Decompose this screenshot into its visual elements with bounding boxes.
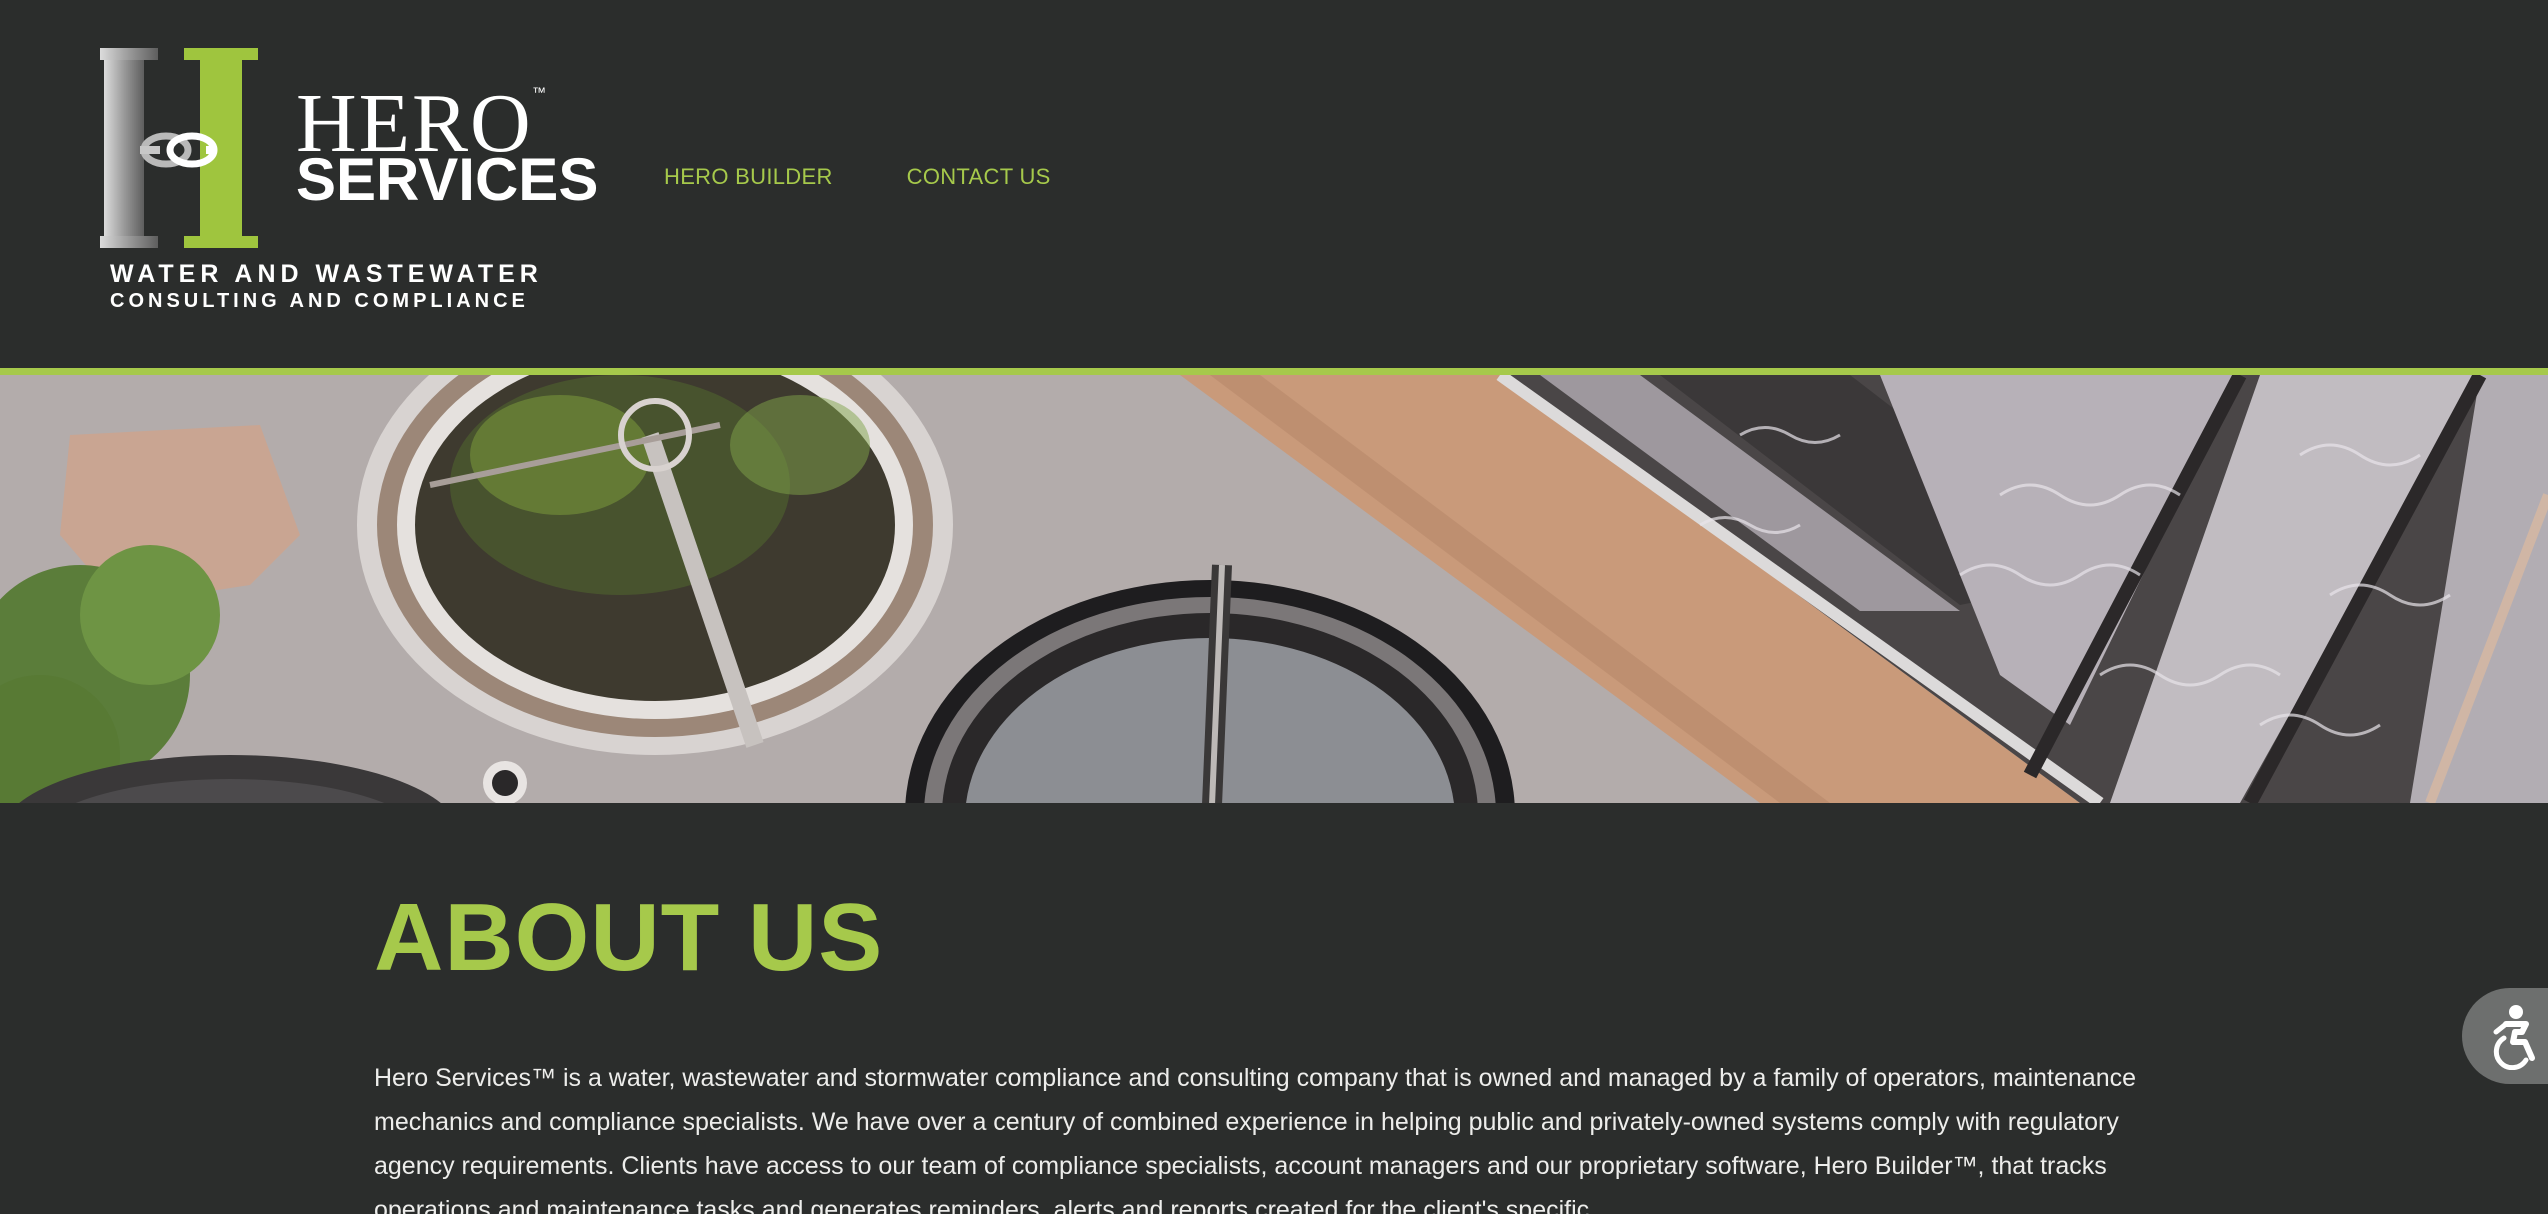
hero-banner-image — [0, 375, 2548, 803]
nav-link-hero-builder[interactable]: HERO BUILDER — [664, 164, 833, 190]
wastewater-treatment-aerial-photo — [0, 375, 2548, 803]
site-header: HERO ™ SERVICES WATER AND WASTEWATER CON… — [0, 0, 2548, 370]
about-us-heading: ABOUT US — [374, 884, 884, 991]
header-divider — [0, 368, 2548, 375]
main-nav: HERO BUILDER CONTACT US — [664, 164, 1051, 190]
accessibility-icon — [2493, 1005, 2535, 1070]
about-us-paragraph: Hero Services™ is a water, wastewater an… — [374, 1064, 2137, 1214]
hero-services-logo[interactable]: HERO ™ SERVICES WATER AND WASTEWATER CON… — [100, 44, 598, 316]
logo-tagline-line1: WATER AND WASTEWATER — [110, 260, 543, 288]
logo-tagline-line2: CONSULTING AND COMPLIANCE — [110, 290, 529, 312]
logo-trademark: ™ — [532, 84, 546, 100]
accessibility-widget-button[interactable] — [2462, 988, 2548, 1084]
nav-link-contact-us[interactable]: CONTACT US — [907, 164, 1051, 190]
logo-h-emblem-icon — [100, 48, 258, 248]
logo-word-services: SERVICES — [296, 146, 599, 213]
